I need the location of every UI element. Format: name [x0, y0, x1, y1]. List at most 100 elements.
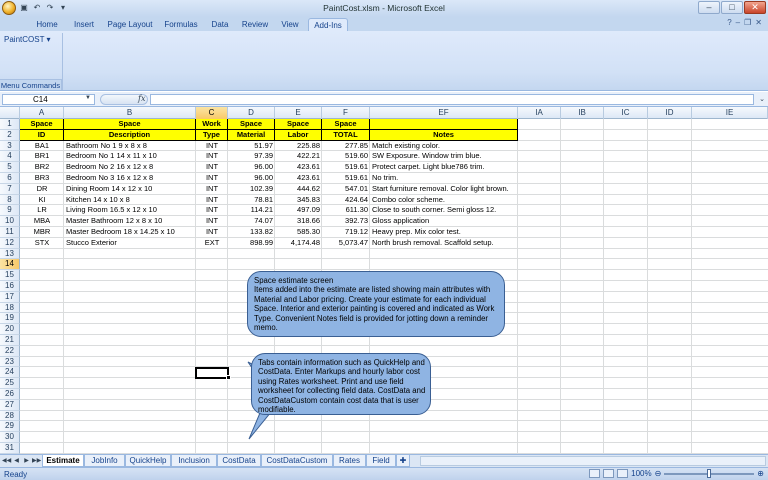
- insert-function-icon[interactable]: fx: [138, 94, 145, 103]
- close-button[interactable]: ✕: [744, 1, 766, 14]
- cell-id[interactable]: BR3: [20, 173, 64, 184]
- cell-material[interactable]: 96.00: [228, 173, 275, 184]
- column-header-b[interactable]: B: [64, 107, 196, 119]
- cell-description[interactable]: Kitchen 14 x 10 x 8: [64, 195, 196, 206]
- sheet-tab-field[interactable]: Field: [366, 455, 396, 467]
- help-icon[interactable]: ?: [727, 18, 731, 27]
- paintcost-menu-button[interactable]: PaintCOST ▾: [4, 35, 51, 44]
- column-header-ib[interactable]: IB: [561, 107, 604, 119]
- header-cell-space-description-1[interactable]: Space: [64, 119, 196, 130]
- cell-id[interactable]: BA1: [20, 141, 64, 152]
- header-cell-space-id-2[interactable]: ID: [20, 129, 64, 141]
- cell-type[interactable]: INT: [196, 141, 228, 152]
- cell-notes[interactable]: Combo color scheme.: [370, 195, 598, 206]
- cell-labor[interactable]: 497.09: [275, 205, 322, 216]
- cell-total[interactable]: 5,073.47: [322, 238, 370, 249]
- cell-labor[interactable]: 444.62: [275, 184, 322, 195]
- header-cell-space-id-1[interactable]: Space: [20, 119, 64, 130]
- cell-type[interactable]: INT: [196, 205, 228, 216]
- row-header-30[interactable]: 30: [0, 432, 20, 443]
- cell-description[interactable]: Bathroom No 1 9 x 8 x 8: [64, 141, 196, 152]
- cell-labor[interactable]: 422.21: [275, 151, 322, 162]
- header-cell-space-total-1[interactable]: Space: [322, 119, 370, 130]
- zoom-out-icon[interactable]: ⊖: [655, 469, 662, 478]
- select-all-corner[interactable]: [0, 107, 20, 119]
- cell-notes[interactable]: North brush removal. Scaffold setup.: [370, 238, 598, 249]
- cell-total[interactable]: 392.73: [322, 216, 370, 227]
- active-cell[interactable]: [195, 367, 229, 379]
- header-cell-space-total-2[interactable]: TOTAL: [322, 129, 370, 141]
- sheet-tab-costdatacustom[interactable]: CostDataCustom: [261, 455, 333, 467]
- cell-labor[interactable]: 318.66: [275, 216, 322, 227]
- header-cell-notes-1[interactable]: [370, 119, 518, 130]
- header-cell-space-description-2[interactable]: Description: [64, 129, 196, 141]
- cell-notes[interactable]: No trim.: [370, 173, 598, 184]
- cell-type[interactable]: INT: [196, 151, 228, 162]
- header-cell-space-labor-1[interactable]: Space: [275, 119, 322, 130]
- zoom-in-icon[interactable]: ⊕: [757, 469, 764, 478]
- row-header-28[interactable]: 28: [0, 410, 20, 422]
- cell-material[interactable]: 78.81: [228, 195, 275, 206]
- formula-input[interactable]: [150, 94, 754, 105]
- header-cell-work-type-1[interactable]: Work: [196, 119, 228, 130]
- cell-material[interactable]: 102.39: [228, 184, 275, 195]
- header-cell-work-type-2[interactable]: Type: [196, 129, 228, 141]
- normal-view-icon[interactable]: [589, 469, 601, 478]
- tab-formulas[interactable]: Formulas: [159, 18, 203, 31]
- cell-notes[interactable]: SW Exposure. Window trim blue.: [370, 151, 598, 162]
- cell-notes[interactable]: Heavy prep. Mix color test.: [370, 227, 598, 238]
- row-header-25[interactable]: 25: [0, 378, 20, 389]
- cell-notes[interactable]: Gloss application: [370, 216, 598, 227]
- sheet-tab-rates[interactable]: Rates: [333, 455, 366, 467]
- cell-total[interactable]: 519.61: [322, 162, 370, 173]
- row-header-14[interactable]: 14: [0, 259, 20, 271]
- tab-data[interactable]: Data: [206, 18, 234, 31]
- column-header-f[interactable]: F: [322, 107, 370, 119]
- cell-id[interactable]: LR: [20, 205, 64, 216]
- column-header-a[interactable]: A: [20, 107, 64, 119]
- row-header-21[interactable]: 21: [0, 335, 20, 346]
- row-header-9[interactable]: 9: [0, 205, 20, 217]
- row-header-18[interactable]: 18: [0, 302, 20, 314]
- row-header-7[interactable]: 7: [0, 183, 20, 195]
- column-header-ie[interactable]: IE: [692, 107, 768, 119]
- header-cell-space-labor-2[interactable]: Labor: [275, 129, 322, 141]
- cell-description[interactable]: Bedroom No 1 14 x 11 x 10: [64, 151, 196, 162]
- row-header-23[interactable]: 23: [0, 356, 20, 368]
- fill-handle[interactable]: [226, 375, 231, 380]
- cell-labor[interactable]: 225.88: [275, 141, 322, 152]
- cell-description[interactable]: Stucco Exterior: [64, 238, 196, 249]
- column-header-c[interactable]: C: [196, 107, 228, 119]
- header-cell-space-material-1[interactable]: Space: [228, 119, 275, 130]
- cell-description[interactable]: Bedroom No 2 16 x 12 x 8: [64, 162, 196, 173]
- row-header-11[interactable]: 11: [0, 227, 20, 238]
- cell-type[interactable]: EXT: [196, 238, 228, 249]
- cell-description[interactable]: Master Bathroom 12 x 8 x 10: [64, 216, 196, 227]
- zoom-level[interactable]: 100%: [631, 469, 651, 478]
- cell-labor[interactable]: 345.83: [275, 195, 322, 206]
- tab-review[interactable]: Review: [237, 18, 273, 31]
- last-sheet-icon[interactable]: ▶▶: [32, 456, 41, 466]
- sheet-tab-quickhelp[interactable]: QuickHelp: [125, 455, 171, 467]
- zoom-slider[interactable]: [664, 468, 755, 478]
- cell-total[interactable]: 277.85: [322, 141, 370, 152]
- worksheet-grid[interactable]: A B C D E F EF IA IB IC ID IE 1 2 3 4 5 6 7 8 9 10 11 12 13 14 15…: [0, 107, 768, 454]
- cell-notes[interactable]: Close to south corner. Semi gloss 12.: [370, 205, 598, 216]
- cell-labor[interactable]: 423.61: [275, 162, 322, 173]
- tab-page-layout[interactable]: Page Layout: [104, 18, 156, 31]
- tab-home[interactable]: Home: [30, 18, 64, 31]
- row-header-10[interactable]: 10: [0, 216, 20, 227]
- cell-total[interactable]: 519.60: [322, 151, 370, 162]
- header-cell-notes-2[interactable]: Notes: [370, 129, 518, 141]
- cell-material[interactable]: 74.07: [228, 216, 275, 227]
- cell-total[interactable]: 424.64: [322, 195, 370, 206]
- cell-notes[interactable]: Start furniture removal. Color light bro…: [370, 184, 598, 195]
- next-sheet-icon[interactable]: ▶: [22, 456, 31, 466]
- prev-sheet-icon[interactable]: ◀: [12, 456, 21, 466]
- cell-labor[interactable]: 423.61: [275, 173, 322, 184]
- row-header-24[interactable]: 24: [0, 367, 20, 379]
- tab-view[interactable]: View: [276, 18, 304, 31]
- sheet-tab-costdata[interactable]: CostData: [217, 455, 261, 467]
- cell-material[interactable]: 51.97: [228, 141, 275, 152]
- row-header-27[interactable]: 27: [0, 399, 20, 411]
